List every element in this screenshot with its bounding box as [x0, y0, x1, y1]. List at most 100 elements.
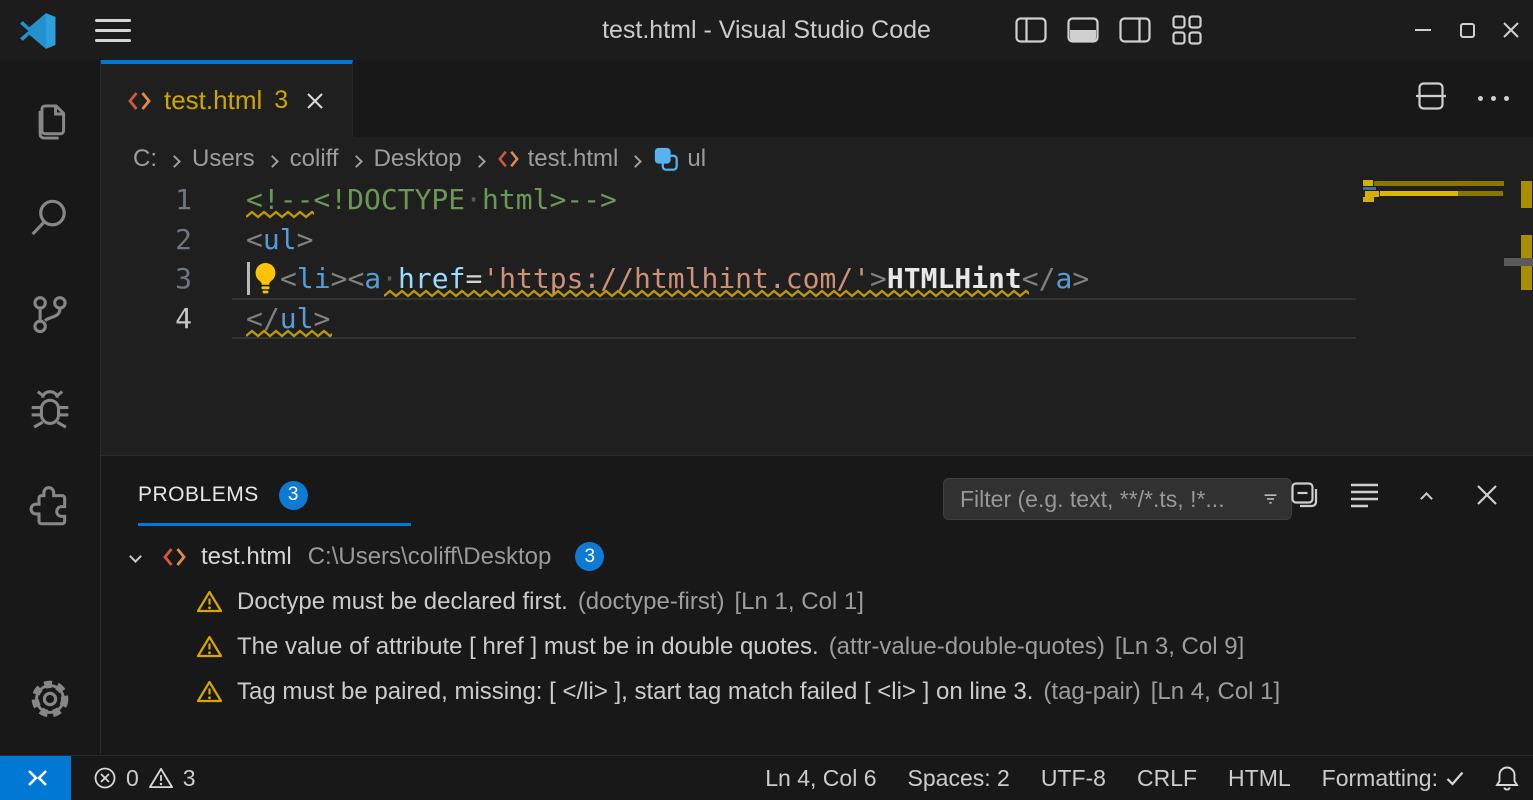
vscode-window: test.html - Visual Studio Code [0, 0, 1533, 800]
collapse-all-icon[interactable] [1286, 477, 1322, 513]
code-line-2[interactable]: 2 <ul> [101, 220, 1533, 260]
problem-message: The value of attribute [ href ] must be … [237, 633, 819, 661]
toggle-primary-sidebar-icon[interactable] [1005, 0, 1057, 60]
problems-panel: PROBLEMS 3 [101, 455, 1533, 755]
file-problems-badge: 3 [575, 542, 604, 571]
indentation[interactable]: Spaces: 2 [908, 756, 1010, 800]
problem-source: (attr-value-double-quotes) [829, 633, 1105, 661]
formatting-status[interactable]: Formatting: [1322, 756, 1464, 800]
text-cursor [247, 262, 250, 295]
minimize-button[interactable] [1401, 0, 1445, 60]
chevron-right-icon [266, 155, 279, 168]
chevron-right-icon [629, 155, 642, 168]
problem-row-1[interactable]: Doctype must be declared first. (doctype… [101, 579, 1533, 624]
tab-problems[interactable]: PROBLEMS 3 [138, 481, 308, 510]
breadcrumb: C: Users coliff Desktop test.html [101, 137, 1533, 180]
html-file-icon [497, 149, 520, 169]
breadcrumb-users[interactable]: Users [192, 145, 255, 173]
warning-squiggle [246, 329, 332, 338]
problems-filter [943, 478, 1292, 520]
split-editor-icon[interactable] [1416, 82, 1446, 115]
line-number: 1 [101, 180, 192, 220]
filter-input[interactable] [944, 486, 1264, 513]
maximize-panel-icon[interactable] [1408, 477, 1444, 513]
maximize-button[interactable] [1445, 0, 1489, 60]
warning-triangle-icon [196, 679, 223, 704]
code-editor[interactable]: 1 <!--<!DOCTYPE·html>--> 2 <ul> 3 <li><a… [101, 180, 1533, 455]
problem-position: [Ln 1, Col 1] [735, 588, 864, 616]
minimap[interactable] [1363, 180, 1504, 455]
toggle-secondary-sidebar-icon[interactable] [1109, 0, 1161, 60]
language-mode[interactable]: HTML [1228, 756, 1291, 800]
problems-file-path: C:\Users\coliff\Desktop [308, 543, 552, 571]
chevron-right-icon [168, 155, 181, 168]
problem-source: (doctype-first) [578, 588, 725, 616]
encoding[interactable]: UTF-8 [1041, 756, 1106, 800]
cursor-position[interactable]: Ln 4, Col 6 [765, 756, 876, 800]
chevron-right-icon [473, 155, 486, 168]
line-number: 2 [101, 220, 192, 260]
run-and-debug-icon[interactable] [0, 362, 101, 458]
view-as-table-icon[interactable] [1347, 477, 1383, 513]
status-problems[interactable]: 0 3 [87, 756, 202, 800]
error-circle-icon [93, 766, 117, 790]
warning-triangle-icon [196, 589, 223, 614]
symbol-element-icon [653, 146, 679, 172]
search-icon[interactable] [0, 170, 101, 266]
breadcrumb-drive[interactable]: C: [133, 145, 157, 173]
close-window-button[interactable] [1489, 0, 1533, 60]
problem-source: (tag-pair) [1043, 678, 1140, 706]
chevron-down-icon [129, 550, 142, 563]
active-tab-underline [138, 523, 411, 526]
extensions-icon[interactable] [0, 458, 101, 554]
source-control-icon[interactable] [0, 266, 101, 362]
tab-close-icon[interactable] [306, 92, 324, 110]
problem-row-2[interactable]: The value of attribute [ href ] must be … [101, 624, 1533, 669]
window-title: test.html - Visual Studio Code [0, 0, 1533, 60]
code-line-1[interactable]: 1 <!--<!DOCTYPE·html>--> [101, 180, 1533, 220]
html-file-icon [162, 546, 187, 568]
remote-icon [21, 765, 51, 791]
tab-problem-count: 3 [274, 86, 288, 115]
warning-triangle-icon [148, 766, 174, 790]
filter-icon[interactable] [1264, 490, 1277, 508]
line-number: 3 [101, 259, 192, 299]
problems-count-badge: 3 [279, 481, 308, 510]
html-file-icon [127, 90, 152, 112]
eol-sequence[interactable]: CRLF [1137, 756, 1197, 800]
problem-position: [Ln 4, Col 1] [1151, 678, 1280, 706]
problems-tab-label: PROBLEMS [138, 483, 259, 507]
remote-indicator[interactable] [0, 756, 71, 800]
problems-file-name: test.html [201, 543, 292, 571]
warning-squiggle [384, 289, 1029, 298]
more-actions-icon[interactable] [1476, 88, 1511, 109]
customize-layout-icon[interactable] [1161, 0, 1213, 60]
line-number-active: 4 [101, 299, 192, 339]
breadcrumb-file[interactable]: test.html [497, 145, 619, 173]
tab-test-html[interactable]: test.html 3 [101, 60, 353, 137]
check-icon [1446, 771, 1464, 786]
breadcrumb-symbol-ul[interactable]: ul [653, 145, 706, 173]
chevron-right-icon [350, 155, 363, 168]
warning-triangle-icon [196, 634, 223, 659]
tab-bar: test.html 3 [101, 60, 1533, 137]
breadcrumb-desktop[interactable]: Desktop [374, 145, 462, 173]
problem-position: [Ln 3, Col 9] [1115, 633, 1244, 661]
warning-squiggle [246, 210, 314, 219]
problem-row-3[interactable]: Tag must be paired, missing: [ </li> ], … [101, 669, 1533, 714]
overview-ruler-warning [1521, 181, 1532, 208]
explorer-icon[interactable] [0, 74, 101, 170]
close-panel-icon[interactable] [1469, 477, 1505, 513]
tab-label: test.html [164, 85, 262, 116]
warning-count: 3 [183, 765, 196, 792]
titlebar: test.html - Visual Studio Code [0, 0, 1533, 60]
activity-bar [0, 60, 101, 755]
notifications-bell-icon[interactable] [1495, 756, 1519, 800]
breadcrumb-coliff[interactable]: coliff [290, 145, 339, 173]
scrollbar-slider[interactable] [1504, 258, 1533, 266]
problems-file-row[interactable]: test.html C:\Users\coliff\Desktop 3 [101, 534, 1533, 579]
toggle-panel-icon[interactable] [1057, 0, 1109, 60]
problem-message: Tag must be paired, missing: [ </li> ], … [237, 678, 1033, 706]
settings-gear-icon[interactable] [0, 651, 101, 747]
lightbulb-icon[interactable] [251, 261, 280, 294]
